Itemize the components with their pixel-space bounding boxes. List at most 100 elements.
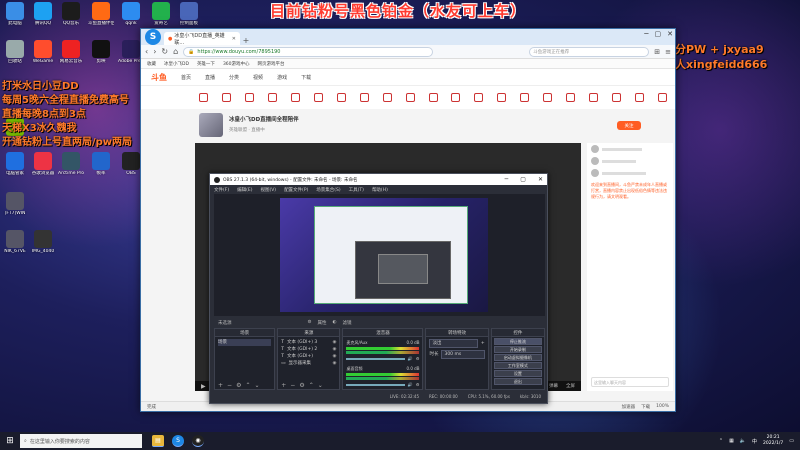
gear-icon[interactable]: ⚙: [416, 355, 420, 362]
streamer-avatar[interactable]: [199, 113, 223, 137]
rank-row[interactable]: [587, 155, 673, 167]
forward-icon[interactable]: ›: [153, 47, 156, 56]
nav-item[interactable]: 首页: [181, 74, 191, 81]
remove-icon[interactable]: −: [290, 382, 295, 389]
menu-item[interactable]: 场景集合(S): [316, 187, 340, 193]
nav-item[interactable]: 视频: [253, 74, 263, 81]
desktop-icon[interactable]: 腾讯QQ: [30, 2, 56, 27]
category-item[interactable]: [427, 93, 440, 102]
category-item[interactable]: [220, 93, 233, 102]
speaker-icon[interactable]: 🔊: [408, 355, 413, 362]
desktop-icon[interactable]: qqnk: [118, 2, 144, 27]
down-icon[interactable]: ⌄: [318, 382, 323, 389]
douyu-logo[interactable]: 斗鱼: [151, 72, 167, 83]
tray-expand-icon[interactable]: ⌃: [719, 438, 723, 444]
status-item[interactable]: 下载: [641, 404, 650, 410]
taskbar-search[interactable]: ⌕ 在这里输入你要搜索的内容: [20, 434, 142, 448]
notification-icon[interactable]: ▭: [789, 438, 794, 444]
category-item[interactable]: [633, 93, 646, 102]
desktop-icon[interactable]: IMG_4040: [30, 230, 56, 255]
visibility-eye-icon[interactable]: ◉: [333, 339, 337, 346]
speaker-icon[interactable]: 🔈: [740, 438, 746, 444]
down-icon[interactable]: ⌄: [254, 382, 259, 389]
nav-item[interactable]: 直播: [205, 74, 215, 81]
extensions-icon[interactable]: ⊞: [654, 48, 660, 56]
follow-button[interactable]: 关注: [617, 121, 641, 130]
bookmark-item[interactable]: 英雄一下: [197, 61, 215, 67]
visibility-eye-icon[interactable]: ◉: [333, 360, 337, 367]
clock[interactable]: 20:21 2022/1/7: [763, 435, 783, 447]
desktop-icon[interactable]: 斗鱼直播伴侣: [88, 2, 114, 27]
gear-icon[interactable]: ⚙: [299, 382, 304, 389]
category-item[interactable]: [289, 93, 302, 102]
category-item[interactable]: [449, 93, 462, 102]
stop-streaming-button[interactable]: 停止推流: [493, 338, 542, 345]
gear-icon[interactable]: ⚙: [416, 381, 420, 388]
maximize-icon[interactable]: ▢: [655, 30, 662, 38]
desktop-icon[interactable]: WeGame: [30, 40, 56, 65]
menu-item[interactable]: 视图(V): [260, 187, 276, 193]
desktop-icon[interactable]: 谷歌浏览器: [30, 152, 56, 177]
minimize-icon[interactable]: ─: [644, 30, 648, 38]
start-recording-button[interactable]: 开始录制: [493, 346, 542, 353]
file-explorer-icon[interactable]: ▤: [152, 435, 164, 447]
new-tab-button[interactable]: +: [240, 36, 252, 45]
desktop-icon[interactable]: NIK_67VE: [2, 230, 28, 255]
category-item[interactable]: [243, 93, 256, 102]
visibility-eye-icon[interactable]: ◉: [333, 353, 337, 360]
gear-icon[interactable]: ⚙: [236, 382, 241, 389]
desktop-icon[interactable]: 此电脑: [2, 2, 28, 27]
source-item[interactable]: T 文本 (GDI+) 3 ◉: [281, 339, 336, 346]
back-icon[interactable]: ‹: [145, 47, 148, 56]
rank-row[interactable]: [587, 143, 673, 155]
category-item[interactable]: [197, 93, 210, 102]
maximize-icon[interactable]: ▢: [520, 176, 526, 183]
source-item[interactable]: T 文本 (GDI+) ◉: [281, 353, 336, 360]
source-item[interactable]: T 文本 (GDI+) 2 ◉: [281, 346, 336, 353]
play-icon[interactable]: ▶: [201, 383, 206, 390]
danmaku-button[interactable]: 弹幕: [549, 383, 558, 389]
category-item[interactable]: [312, 93, 325, 102]
transition-select[interactable]: 淡出: [429, 339, 478, 348]
add-icon[interactable]: +: [481, 340, 485, 347]
exit-button[interactable]: 退出: [493, 378, 542, 385]
duration-input[interactable]: 300 ms: [441, 350, 485, 359]
volume-slider[interactable]: [346, 357, 405, 360]
volume-slider[interactable]: [346, 383, 405, 386]
category-item[interactable]: [404, 93, 417, 102]
category-item[interactable]: [472, 93, 485, 102]
status-item[interactable]: 加速器: [622, 404, 636, 410]
zoom-level[interactable]: 100%: [656, 404, 669, 410]
menu-item[interactable]: 帮助(H): [372, 187, 388, 193]
nav-item[interactable]: 分类: [229, 74, 239, 81]
category-item[interactable]: [656, 93, 669, 102]
desktop-icon[interactable]: 电脑管家: [2, 152, 28, 177]
desktop-icon[interactable]: Arctime Pro: [58, 152, 84, 177]
nav-item[interactable]: 游戏: [277, 74, 287, 81]
desktop-icon[interactable]: 帧率: [88, 152, 114, 177]
filters-button[interactable]: 滤镜: [342, 320, 351, 326]
bookmark-item[interactable]: 收藏: [147, 61, 156, 67]
browser-search-input[interactable]: 斗鱼游戏正在推荐: [529, 46, 650, 57]
virtual-camera-button[interactable]: 启动虚拟摄像机: [493, 354, 542, 361]
up-icon[interactable]: ⌃: [309, 382, 314, 389]
source-item[interactable]: ▭ 显示器采集 ◉: [281, 360, 336, 367]
category-item[interactable]: [495, 93, 508, 102]
category-item[interactable]: [266, 93, 279, 102]
close-icon[interactable]: ✕: [667, 30, 673, 38]
category-item[interactable]: [381, 93, 394, 102]
scene-item[interactable]: 场景: [218, 339, 272, 346]
add-icon[interactable]: +: [281, 382, 286, 389]
add-icon[interactable]: +: [218, 382, 223, 389]
refresh-icon[interactable]: ↻: [161, 47, 168, 56]
properties-button[interactable]: 属性: [318, 320, 327, 326]
menu-item[interactable]: 编辑(E): [237, 187, 252, 193]
category-item[interactable]: [358, 93, 371, 102]
settings-button[interactable]: 设置: [493, 370, 542, 377]
network-icon[interactable]: ▦: [729, 438, 734, 444]
filters-icon[interactable]: ◐: [333, 320, 337, 325]
desktop-icon[interactable]: 网易云音乐: [58, 40, 84, 65]
menu-item[interactable]: 文件(F): [214, 187, 229, 193]
category-item[interactable]: [518, 93, 531, 102]
desktop-icon[interactable]: QQ音乐: [58, 2, 84, 27]
